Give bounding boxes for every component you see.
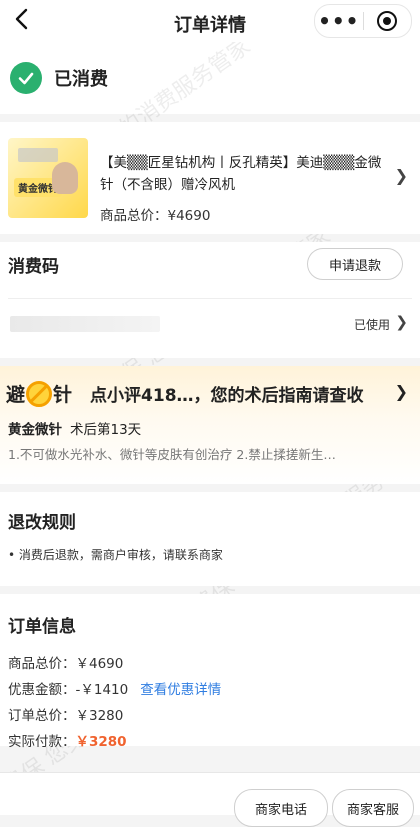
post-op-day: 术后第13天 — [70, 422, 142, 438]
chevron-right-icon: ❯ — [394, 166, 408, 185]
more-button[interactable]: ••• — [315, 9, 363, 33]
refund-button[interactable]: 申请退款 — [307, 248, 403, 280]
section-title: 订单信息 — [8, 617, 76, 637]
bottom-action-bar: 商家电话 商家客服 — [0, 772, 420, 827]
target-icon — [377, 11, 398, 31]
guide-tips: 1.不可做水光补水、微针等皮肤有创治疗 2.禁止揉搓新生… — [8, 447, 336, 462]
merchant-phone-button[interactable]: 商家电话 — [234, 789, 328, 827]
paid-row: 实际付款：￥3280 — [8, 730, 127, 750]
aftercare-guide-card[interactable]: 避 针 点小评418…，您的术后指南请查收 ❯ 黄金微针 术后第13天 1.不可做… — [0, 366, 420, 484]
discount-row: 优惠金额：-￥1410 查看优惠详情 — [8, 678, 221, 698]
check-circle-icon — [10, 62, 42, 94]
product-total-price: 商品总价：¥4690 — [100, 208, 211, 224]
avoid-label: 避 — [6, 384, 26, 406]
goods-total-row: 商品总价：￥4690 — [8, 656, 124, 672]
consumption-code-card: 消费码 申请退款 已使用 ❯ — [0, 242, 420, 358]
navigation-bar: 订单详情 ••• — [0, 0, 420, 42]
discount-detail-link[interactable]: 查看优惠详情 — [140, 682, 221, 698]
project-name: 黄金微针 — [8, 422, 62, 438]
order-info-card: 订单信息 商品总价：￥4690 优惠金额：-￥1410 查看优惠详情 订单总价：￥… — [0, 594, 420, 750]
chevron-right-icon: ❯ — [394, 382, 408, 401]
close-button[interactable] — [364, 11, 412, 31]
blurred-region — [18, 148, 58, 162]
section-title: 退改规则 — [8, 513, 76, 533]
order-total-row: 订单总价：￥3280 — [8, 708, 124, 724]
chevron-right-icon[interactable]: ❯ — [395, 313, 408, 331]
guide-subtitle: 黄金微针 术后第13天 — [8, 418, 141, 438]
paid-label: 实际付款： — [8, 734, 76, 750]
guide-header: 避 针 点小评418…，您的术后指南请查收 — [6, 380, 364, 407]
order-status: 已消费 — [0, 42, 420, 114]
model-image — [52, 162, 78, 194]
product-card[interactable]: 黄金微针 【美▒▒匠星钻机构丨反孔精英】美迪▒▒▒金微针（不含眼）赠冷风机 商品… — [0, 122, 420, 234]
discount-amount: 优惠金额：-￥1410 — [8, 682, 129, 698]
merchant-service-button[interactable]: 商家客服 — [332, 789, 414, 827]
used-status[interactable]: 已使用 — [354, 316, 390, 333]
guide-message: 点小评418…，您的术后指南请查收 — [90, 386, 364, 406]
needle-label: 针 — [53, 384, 73, 406]
paid-amount: ￥3280 — [75, 734, 127, 750]
refund-rules-card: 退改规则 • 消费后退款，需商户审核，请联系商家 — [0, 492, 420, 586]
mini-program-capsule: ••• — [314, 4, 412, 38]
section-title: 消费码 — [8, 257, 59, 277]
divider — [8, 298, 412, 299]
product-thumbnail: 黄金微针 — [8, 138, 88, 218]
product-name: 【美▒▒匠星钻机构丨反孔精英】美迪▒▒▒金微针（不含眼）赠冷风机 — [100, 155, 382, 193]
rule-item: • 消费后退款，需商户审核，请联系商家 — [8, 548, 223, 562]
status-text: 已消费 — [54, 69, 108, 90]
consumption-code-blurred — [10, 316, 160, 332]
prohibit-icon — [26, 380, 53, 407]
